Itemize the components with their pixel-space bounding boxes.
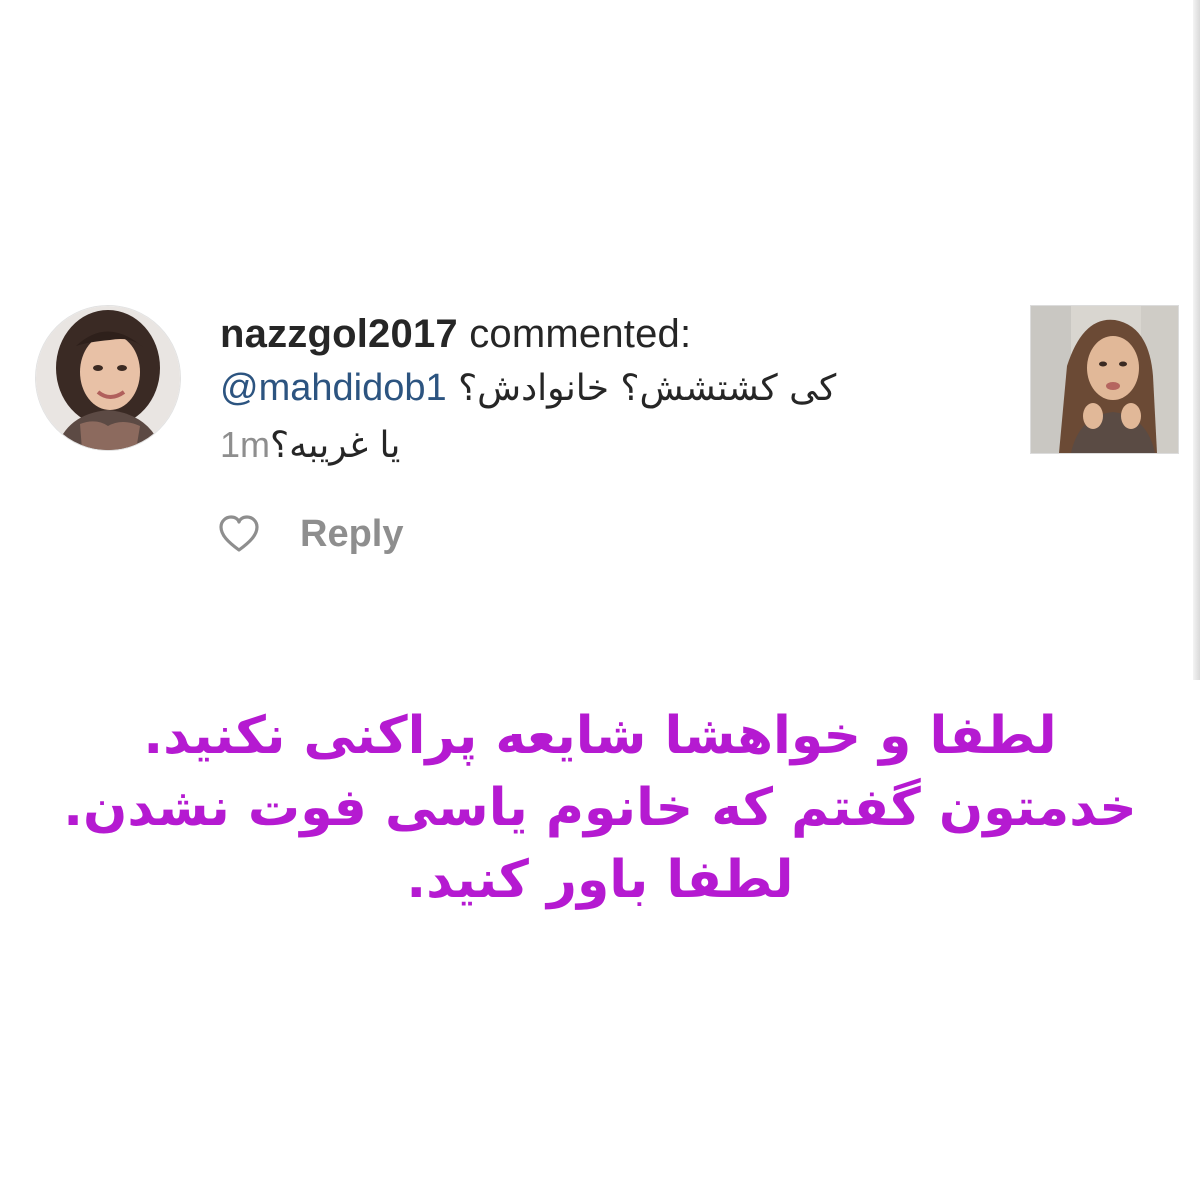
caption-line-3: لطفا باور کنید. (406, 850, 794, 910)
comment-text-2: یا غریبه؟ (270, 425, 401, 466)
post-thumbnail-image (1031, 306, 1178, 453)
comment-line-1: @mahdidob1 کی کشتشش؟ خانوادش؟ (220, 360, 1000, 417)
avatar-image (36, 306, 180, 450)
avatar[interactable] (35, 305, 181, 451)
comment-verb: commented: (469, 312, 692, 356)
comment-timestamp: 1m (220, 424, 271, 465)
caption-text: لطفا و خواهشا شایعه پراکنی نکنید. خدمتون… (0, 700, 1200, 916)
caption-line-1: لطفا و خواهشا شایعه پراکنی نکنید. (143, 706, 1057, 766)
edge-divider (1193, 0, 1200, 680)
comment-body: nazzgol2017 commented: @mahdidob1 کی کشت… (220, 308, 1000, 474)
comment-text-1: کی کشتشش؟ خانوادش؟ (458, 368, 837, 409)
heart-outline-icon[interactable] (218, 514, 260, 554)
comment-actions: Reply (218, 508, 403, 560)
comment-username[interactable]: nazzgol2017 (220, 312, 458, 356)
reply-button[interactable]: Reply (300, 513, 403, 556)
post-thumbnail[interactable] (1030, 305, 1179, 454)
comment-mention[interactable]: @mahdidob1 (220, 367, 447, 409)
comment-line-2: 1mیا غریبه؟ (220, 417, 1000, 474)
comment-header: nazzgol2017 commented: (220, 308, 1000, 360)
screenshot-page: nazzgol2017 commented: @mahdidob1 کی کشت… (0, 0, 1200, 1200)
caption-line-2: خدمتون گفتم که خانوم یاسی فوت نشدن. (63, 778, 1137, 838)
